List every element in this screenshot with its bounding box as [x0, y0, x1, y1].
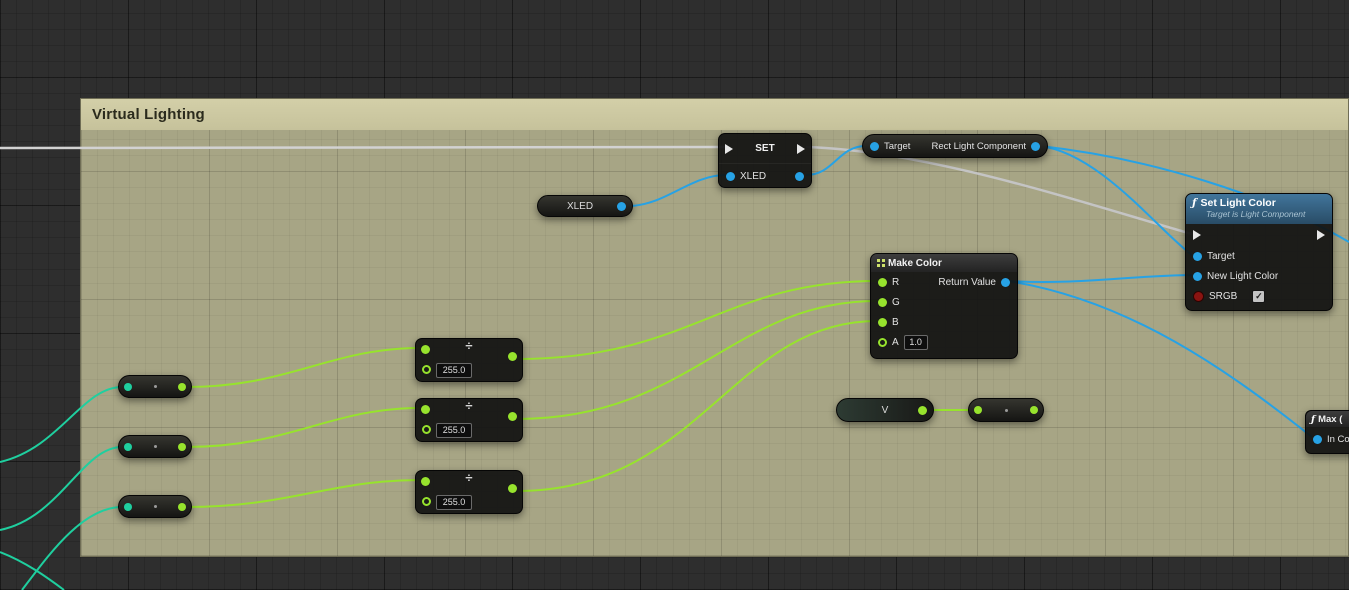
output-pin[interactable] — [178, 383, 186, 391]
divide-icon: ÷ — [416, 398, 522, 413]
conversion-dot-icon — [154, 445, 157, 448]
node-conversion-3[interactable] — [118, 495, 192, 518]
function-node-header: ƒ Set Light Color Target is Light Compon… — [1186, 194, 1332, 224]
divisor-input-pin[interactable] — [422, 365, 431, 374]
r-input-pin[interactable] — [878, 278, 887, 287]
input-pin[interactable] — [124, 503, 132, 511]
output-pin[interactable] — [178, 443, 186, 451]
node-conversion-4[interactable] — [968, 398, 1044, 422]
a-label: A — [892, 337, 899, 348]
node-conversion-2[interactable] — [118, 435, 192, 458]
divisor-value-field[interactable]: 255.0 — [436, 363, 472, 378]
target-label: Target — [884, 141, 910, 152]
new-light-color-input-pin[interactable] — [1193, 272, 1202, 281]
conversion-dot-icon — [154, 385, 157, 388]
b-label: B — [892, 317, 899, 328]
srgb-input-pin[interactable] — [1193, 291, 1204, 302]
conversion-dot-icon — [154, 505, 157, 508]
dividend-input-pin[interactable] — [421, 345, 430, 354]
node-conversion-1[interactable] — [118, 375, 192, 398]
function-node-header: ƒ Max ( — [1306, 411, 1349, 427]
divisor-input-pin[interactable] — [422, 425, 431, 434]
output-pin[interactable] — [617, 202, 626, 211]
function-icon: ƒ — [1192, 197, 1197, 209]
r-label: R — [892, 277, 899, 288]
dividend-input-pin[interactable] — [421, 477, 430, 486]
function-icon: ƒ — [1311, 414, 1315, 425]
input-pin-xled[interactable] — [726, 172, 735, 181]
node-title: Max ( — [1318, 414, 1342, 425]
exec-out-pin[interactable] — [1317, 230, 1325, 240]
result-output-pin[interactable] — [508, 352, 517, 361]
divisor-value-field[interactable]: 255.0 — [436, 423, 472, 438]
node-title: Set Light Color — [1201, 197, 1276, 209]
output-pin[interactable] — [1030, 406, 1038, 414]
node-divide-3[interactable]: ÷ 255.0 — [415, 470, 523, 514]
divide-icon: ÷ — [416, 470, 522, 485]
divide-icon: ÷ — [416, 338, 522, 353]
node-divide-1[interactable]: ÷ 255.0 — [415, 338, 523, 382]
target-input-pin[interactable] — [870, 142, 879, 151]
in-color-label: In Co — [1327, 434, 1349, 445]
output-pin[interactable] — [918, 406, 927, 415]
b-input-pin[interactable] — [878, 318, 887, 327]
output-pin[interactable] — [795, 172, 804, 181]
variable-label: XLED — [567, 201, 593, 212]
struct-node-header: Make Color — [871, 254, 1017, 272]
comment-title-bar[interactable]: Virtual Lighting — [81, 99, 1348, 130]
g-label: G — [892, 297, 900, 308]
a-input-pin[interactable] — [878, 338, 887, 347]
node-set-xled[interactable]: SET XLED — [718, 133, 812, 188]
pin-label: XLED — [740, 171, 766, 182]
return-value-pin[interactable] — [1001, 278, 1010, 287]
node-set-light-color[interactable]: ƒ Set Light Color Target is Light Compon… — [1185, 193, 1333, 311]
srgb-label: SRGB — [1209, 291, 1237, 302]
node-rect-light-component[interactable]: Target Rect Light Component — [862, 134, 1048, 158]
result-output-pin[interactable] — [508, 412, 517, 421]
node-make-color[interactable]: Make Color R Return Value G B A 1.0 — [870, 253, 1018, 359]
node-divide-2[interactable]: ÷ 255.0 — [415, 398, 523, 442]
result-output-pin[interactable] — [508, 484, 517, 493]
node-max[interactable]: ƒ Max ( In Co — [1305, 410, 1349, 454]
exec-in-pin[interactable] — [1193, 230, 1201, 240]
divisor-value-field[interactable]: 255.0 — [436, 495, 472, 510]
variable-label: V — [882, 405, 889, 416]
comment-title-text: Virtual Lighting — [92, 106, 205, 123]
target-label: Target — [1207, 251, 1235, 262]
node-title: SET — [755, 143, 774, 154]
conversion-dot-icon — [1005, 409, 1008, 412]
divisor-input-pin[interactable] — [422, 497, 431, 506]
node-title: Make Color — [888, 258, 942, 269]
g-input-pin[interactable] — [878, 298, 887, 307]
node-subtitle: Target is Light Component — [1206, 209, 1326, 219]
input-pin[interactable] — [974, 406, 982, 414]
blueprint-graph-canvas[interactable]: Virtual Lighting SET — [0, 0, 1349, 590]
input-pin[interactable] — [124, 443, 132, 451]
input-pin[interactable] — [124, 383, 132, 391]
node-get-xled[interactable]: XLED — [537, 195, 633, 217]
srgb-checkbox[interactable]: ✓ — [1252, 290, 1265, 303]
target-input-pin[interactable] — [1193, 252, 1202, 261]
exec-out-pin[interactable] — [797, 144, 805, 154]
output-label: Rect Light Component — [931, 141, 1026, 152]
dividend-input-pin[interactable] — [421, 405, 430, 414]
output-pin[interactable] — [178, 503, 186, 511]
a-value-field[interactable]: 1.0 — [904, 335, 928, 350]
output-pin[interactable] — [1031, 142, 1040, 151]
new-light-color-label: New Light Color — [1207, 271, 1278, 282]
exec-in-pin[interactable] — [725, 144, 733, 154]
wire-teal-4 — [0, 552, 64, 590]
comment-body — [81, 130, 1348, 556]
in-color-input-pin[interactable] — [1313, 435, 1322, 444]
make-struct-icon — [877, 259, 880, 262]
comment-box: Virtual Lighting — [80, 98, 1349, 557]
node-get-v[interactable]: V — [836, 398, 934, 422]
return-value-label: Return Value — [938, 277, 996, 288]
